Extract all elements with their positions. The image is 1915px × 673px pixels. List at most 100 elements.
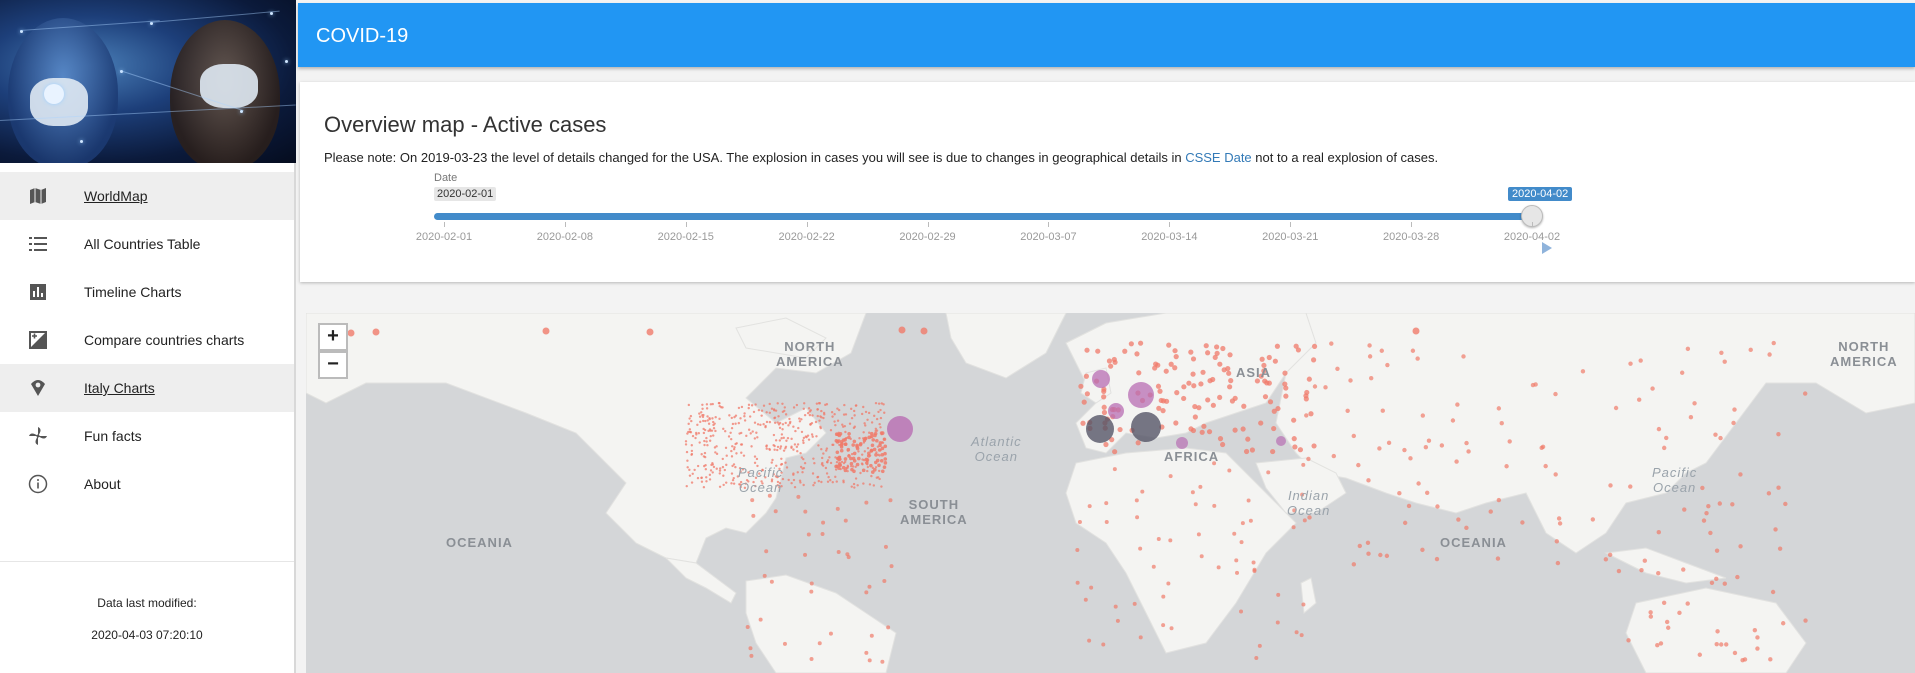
case-marker-small[interactable]: [1181, 395, 1187, 402]
case-marker-small[interactable]: [1188, 349, 1194, 355]
case-marker-small[interactable]: [1075, 548, 1080, 553]
case-marker-small[interactable]: [780, 433, 784, 436]
case-marker-small[interactable]: [1650, 386, 1655, 391]
case-marker-small[interactable]: [347, 329, 355, 337]
case-marker-small[interactable]: [688, 468, 691, 472]
case-marker-small[interactable]: [1648, 614, 1654, 619]
case-marker-small[interactable]: [718, 485, 722, 488]
case-marker-small[interactable]: [780, 437, 783, 440]
case-marker-small[interactable]: [700, 480, 704, 483]
case-marker-small[interactable]: [1196, 532, 1201, 537]
case-marker-small[interactable]: [877, 410, 880, 414]
case-marker-small[interactable]: [776, 445, 780, 449]
case-marker-small[interactable]: [855, 443, 859, 448]
case-marker-small[interactable]: [820, 480, 823, 484]
case-marker-small[interactable]: [739, 417, 742, 420]
case-marker-small[interactable]: [1267, 399, 1274, 405]
case-marker-small[interactable]: [1412, 327, 1420, 335]
sidebar-item-about[interactable]: About: [0, 460, 294, 508]
case-marker-small[interactable]: [852, 439, 857, 444]
case-marker-small[interactable]: [1138, 340, 1144, 346]
case-marker-small[interactable]: [1106, 358, 1113, 364]
case-marker-small[interactable]: [1677, 610, 1682, 616]
case-marker-small[interactable]: [768, 447, 771, 451]
case-marker-small[interactable]: [862, 482, 865, 485]
case-marker-small[interactable]: [864, 650, 869, 655]
case-marker-small[interactable]: [765, 447, 768, 450]
case-marker-small[interactable]: [722, 483, 725, 487]
case-marker-small[interactable]: [875, 476, 879, 479]
case-marker-small[interactable]: [1616, 568, 1622, 574]
case-marker-small[interactable]: [731, 445, 734, 448]
case-marker-small[interactable]: [743, 412, 746, 415]
case-marker-small[interactable]: [883, 461, 888, 465]
case-marker-small[interactable]: [700, 453, 703, 456]
case-marker-small[interactable]: [816, 414, 819, 418]
case-marker-small[interactable]: [1714, 548, 1720, 553]
case-marker-small[interactable]: [1304, 413, 1309, 418]
case-marker-small[interactable]: [708, 473, 712, 477]
case-marker-small[interactable]: [730, 426, 734, 430]
case-marker-small[interactable]: [1681, 567, 1686, 572]
case-marker-small[interactable]: [735, 452, 738, 455]
case-marker-small[interactable]: [1101, 394, 1107, 400]
case-marker-small[interactable]: [686, 466, 689, 469]
case-marker-small[interactable]: [1719, 642, 1724, 647]
case-marker-small[interactable]: [835, 440, 840, 444]
case-marker-small[interactable]: [1235, 570, 1240, 575]
case-marker-small[interactable]: [834, 423, 837, 427]
case-marker-small[interactable]: [1803, 618, 1808, 623]
case-marker-small[interactable]: [1335, 366, 1340, 371]
case-marker-small[interactable]: [688, 474, 692, 477]
case-marker-small[interactable]: [866, 418, 869, 421]
case-marker-small[interactable]: [776, 402, 779, 405]
case-marker-small[interactable]: [712, 465, 716, 469]
case-marker-small[interactable]: [731, 422, 735, 426]
zoom-out-button[interactable]: −: [318, 351, 348, 379]
case-marker-small[interactable]: [883, 451, 887, 456]
case-marker-small[interactable]: [740, 431, 743, 435]
case-marker-small[interactable]: [920, 327, 928, 335]
case-marker-small[interactable]: [832, 443, 835, 447]
case-marker-small[interactable]: [864, 590, 869, 595]
case-marker-small[interactable]: [1770, 589, 1776, 595]
case-marker-small[interactable]: [706, 415, 709, 418]
case-marker-small[interactable]: [762, 573, 767, 578]
case-marker-small[interactable]: [834, 475, 837, 479]
case-marker-small[interactable]: [1369, 375, 1374, 381]
case-marker-small[interactable]: [749, 432, 752, 435]
case-marker-small[interactable]: [1248, 518, 1253, 523]
case-marker-small[interactable]: [706, 443, 709, 447]
case-marker-small[interactable]: [1385, 362, 1390, 368]
case-marker-small[interactable]: [862, 405, 865, 409]
case-marker-small[interactable]: [753, 421, 757, 424]
case-marker-small[interactable]: [821, 520, 826, 525]
case-marker-small[interactable]: [1103, 441, 1109, 448]
case-marker-small[interactable]: [1245, 436, 1251, 442]
case-marker-small[interactable]: [696, 464, 700, 468]
case-marker-small[interactable]: [700, 476, 703, 480]
case-marker-small[interactable]: [703, 464, 706, 468]
case-marker-small[interactable]: [882, 465, 887, 469]
case-marker-small[interactable]: [740, 405, 744, 409]
case-marker-small[interactable]: [721, 406, 724, 409]
case-marker-small[interactable]: [1367, 343, 1372, 348]
case-marker-small[interactable]: [858, 442, 863, 447]
case-marker-small[interactable]: [1329, 341, 1334, 346]
case-marker-small[interactable]: [1302, 518, 1307, 523]
case-marker-small[interactable]: [1206, 429, 1213, 435]
case-marker-small[interactable]: [1210, 402, 1216, 408]
case-marker-small[interactable]: [828, 456, 831, 459]
case-marker-small[interactable]: [1198, 484, 1203, 489]
case-marker-small[interactable]: [1117, 426, 1123, 433]
case-marker-small[interactable]: [759, 423, 762, 427]
case-marker-small[interactable]: [1084, 347, 1090, 353]
case-marker-small[interactable]: [880, 469, 885, 474]
case-marker-small[interactable]: [802, 466, 806, 470]
case-marker-small[interactable]: [822, 411, 826, 415]
case-marker-small[interactable]: [1722, 581, 1727, 586]
case-marker-small[interactable]: [1306, 376, 1312, 382]
case-marker-small[interactable]: [798, 417, 801, 420]
case-marker-small[interactable]: [698, 441, 701, 444]
case-marker-small[interactable]: [1136, 370, 1142, 376]
